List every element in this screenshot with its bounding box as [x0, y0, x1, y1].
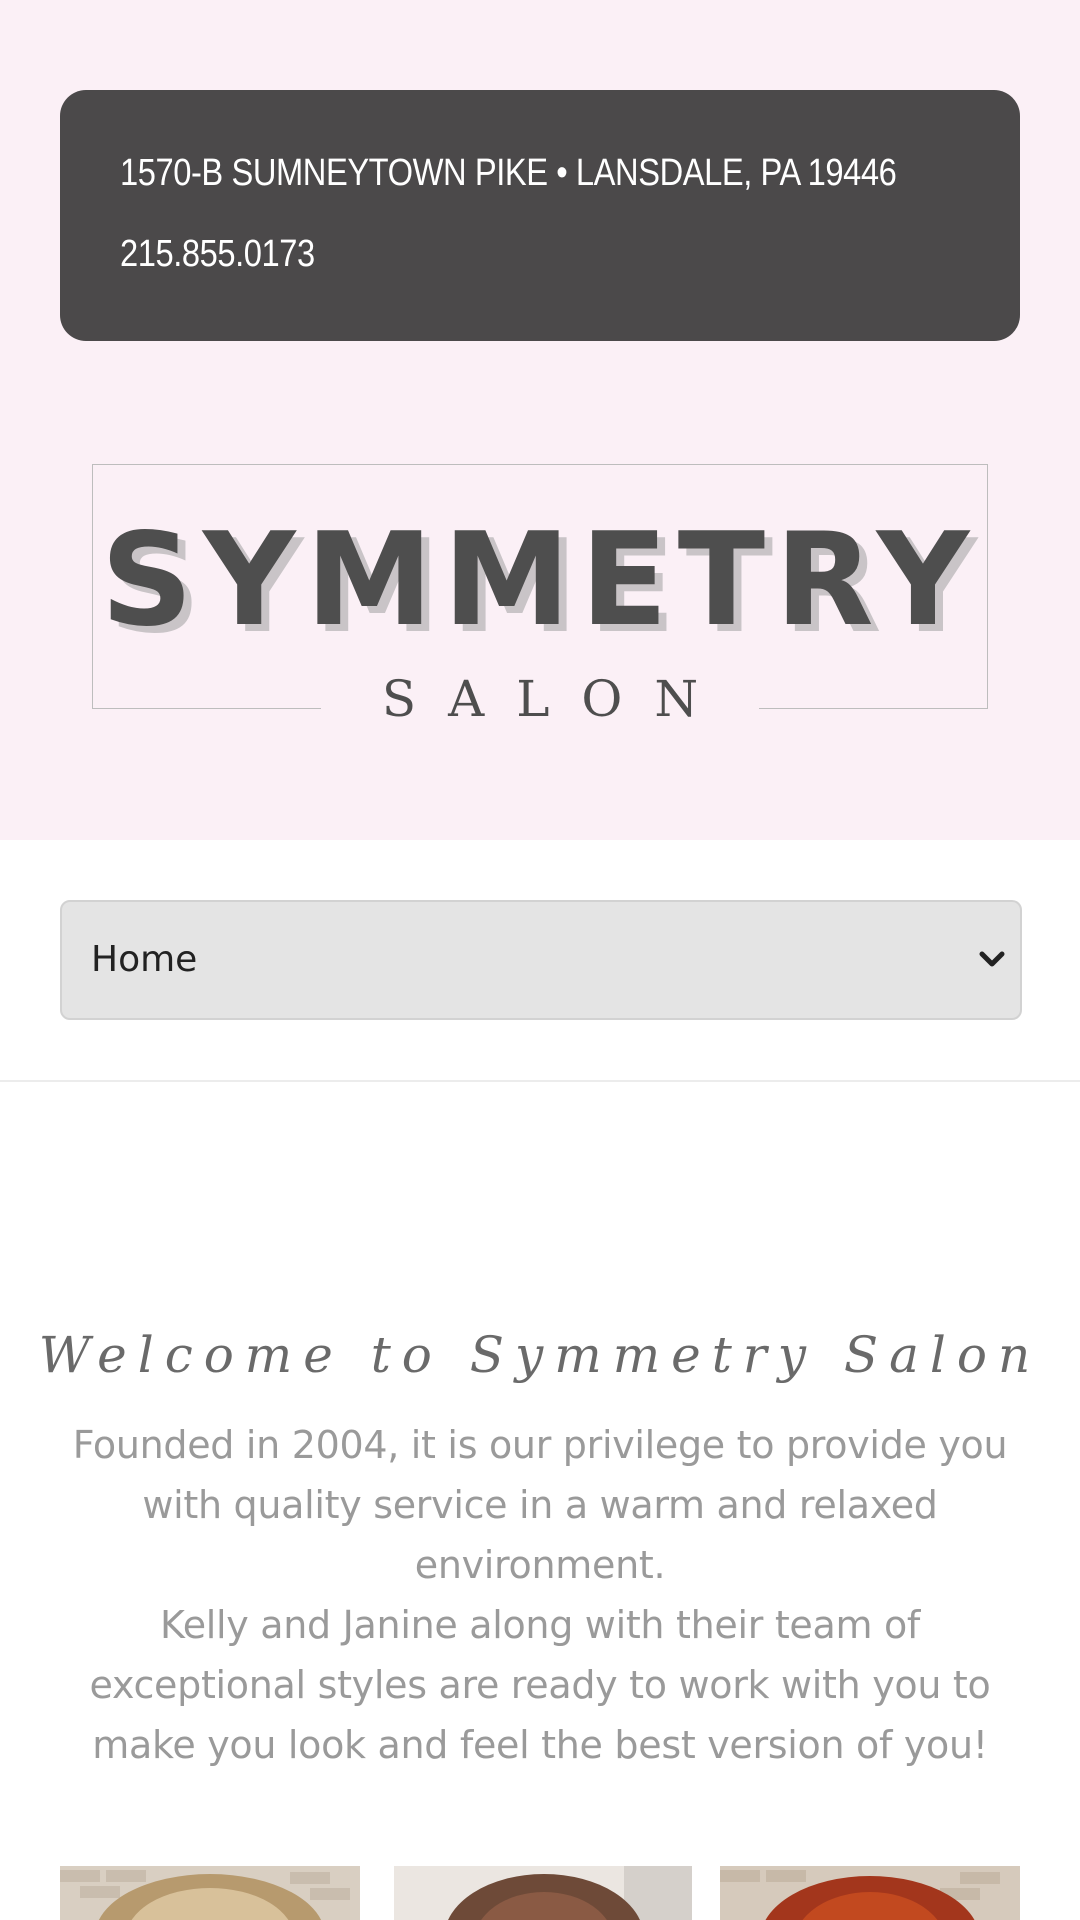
logo-wordmark: SYMMETRY	[100, 506, 980, 655]
navigation-select[interactable]: Home	[60, 900, 1022, 1020]
gallery-photo-brunette[interactable]	[394, 1866, 692, 1920]
navigation-select-value: Home	[91, 939, 198, 980]
red-hair-image	[720, 1866, 1020, 1920]
gallery-photo-blonde[interactable]	[60, 1866, 360, 1920]
brunette-hair-image	[394, 1866, 692, 1920]
logo-subtitle: SALON	[381, 670, 731, 728]
welcome-heading: Welcome to Symmetry Salon	[38, 1326, 1042, 1384]
site-logo[interactable]: SYMMETRY SALON	[92, 464, 988, 728]
phone-link[interactable]: 215.855.0173	[120, 233, 315, 276]
address-text: 1570-B SUMNEYTOWN PIKE • LANSDALE, PA 19…	[120, 152, 897, 194]
intro-paragraph-team: Kelly and Janine along with their team o…	[89, 1603, 991, 1767]
gallery-photo-red[interactable]	[720, 1866, 1020, 1920]
blonde-hair-image	[60, 1866, 360, 1920]
chevron-down-icon	[979, 951, 1005, 967]
header-section: 1570-B SUMNEYTOWN PIKE • LANSDALE, PA 19…	[0, 0, 1080, 840]
contact-info-box: 1570-B SUMNEYTOWN PIKE • LANSDALE, PA 19…	[60, 90, 1020, 341]
intro-paragraphs: Founded in 2004, it is our privilege to …	[60, 1415, 1020, 1775]
section-divider	[0, 1080, 1080, 1082]
intro-paragraph-founded: Founded in 2004, it is our privilege to …	[72, 1423, 1008, 1587]
